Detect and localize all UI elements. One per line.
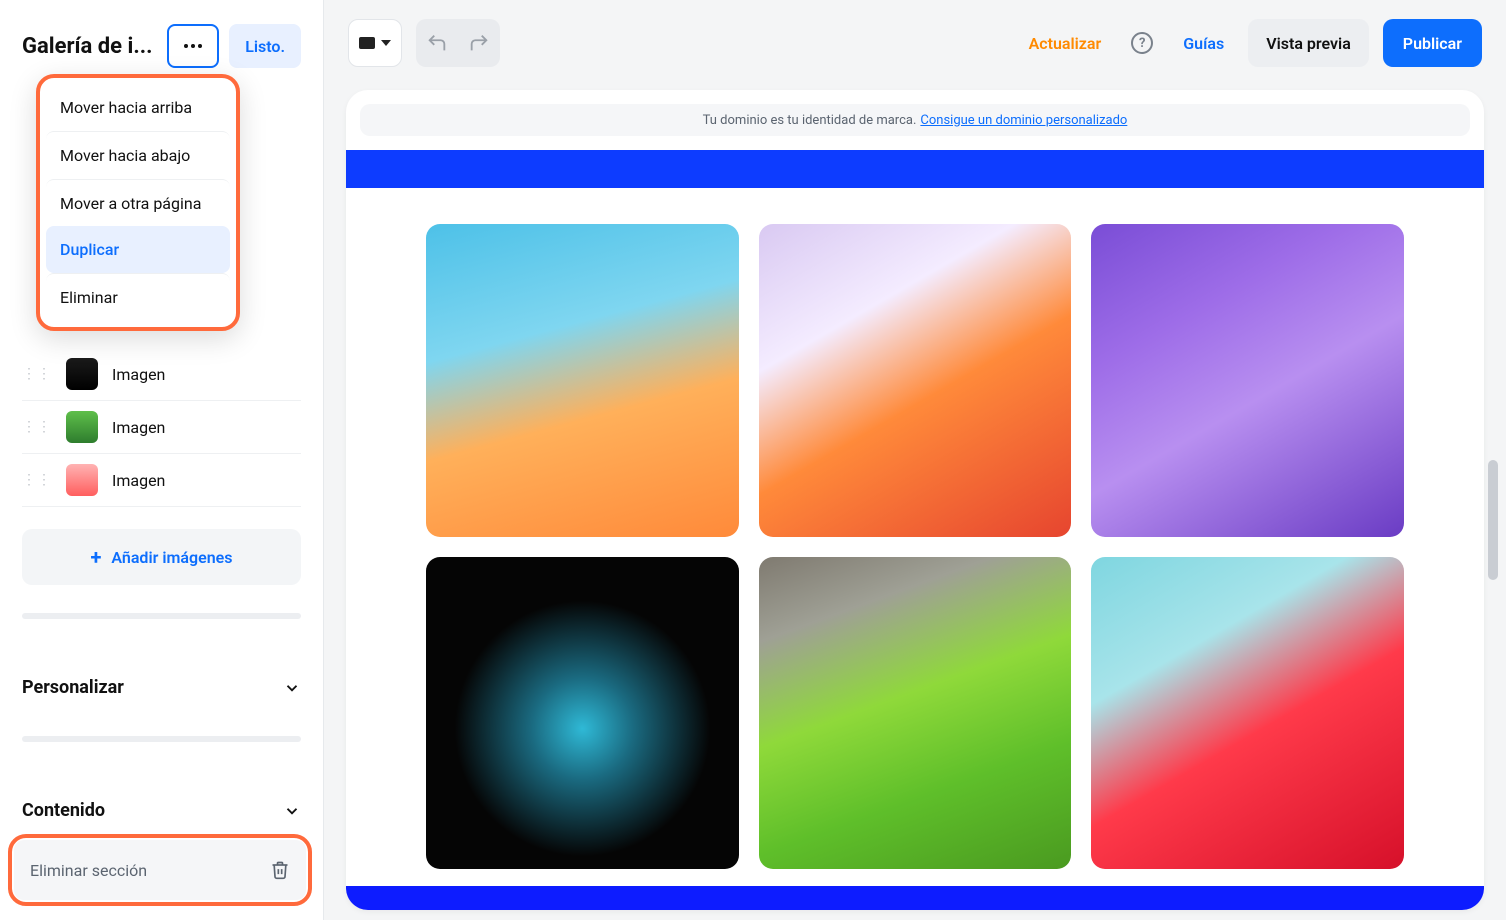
vertical-scrollbar[interactable] (1488, 100, 1498, 880)
add-images-button[interactable]: + Añadir imágenes (22, 529, 301, 585)
delete-section-label: Eliminar sección (30, 861, 147, 880)
list-item[interactable]: ⋮⋮ Imagen (22, 401, 301, 454)
delete-section-highlight: Eliminar sección (8, 834, 312, 906)
menu-move-page[interactable]: Mover a otra página (46, 179, 230, 227)
accordion-personalize[interactable]: Personalizar (22, 659, 301, 716)
site-header-bar (346, 150, 1484, 188)
domain-banner: Tu dominio es tu identidad de marca. Con… (360, 104, 1470, 136)
gallery-tile[interactable] (426, 557, 739, 870)
accordion-content[interactable]: Contenido (22, 782, 301, 839)
banner-link[interactable]: Consigue un dominio personalizado (920, 113, 1127, 128)
ellipsis-icon (184, 44, 202, 48)
image-thumbnail (66, 358, 98, 390)
plus-icon: + (91, 545, 102, 569)
gallery-tile[interactable] (759, 557, 1072, 870)
menu-delete[interactable]: Eliminar (46, 273, 230, 321)
redo-icon (468, 32, 490, 54)
main-area: Actualizar ? Guías Vista previa Publicar… (324, 0, 1506, 920)
more-options-dropdown: Mover hacia arriba Mover hacia abajo Mov… (36, 74, 240, 331)
more-options-button[interactable] (167, 24, 219, 68)
trash-icon (270, 860, 290, 880)
list-item[interactable]: ⋮⋮ Imagen (22, 348, 301, 401)
menu-move-down[interactable]: Mover hacia abajo (46, 131, 230, 179)
mini-scrollbar[interactable] (22, 613, 301, 619)
help-icon[interactable]: ? (1131, 32, 1153, 54)
gallery-tile[interactable] (426, 224, 739, 537)
image-thumbnail (66, 464, 98, 496)
image-label: Imagen (112, 418, 165, 437)
guias-link[interactable]: Guías (1173, 34, 1234, 53)
actualizar-link[interactable]: Actualizar (1019, 34, 1112, 53)
scrollbar-thumb[interactable] (1488, 460, 1498, 580)
accordion-label: Personalizar (22, 677, 124, 698)
sidebar: Galería de i... Listo. Mover hacia arrib… (0, 0, 324, 920)
drag-handle-icon[interactable]: ⋮⋮ (22, 472, 52, 488)
gallery-tile[interactable] (1091, 224, 1404, 537)
image-label: Imagen (112, 471, 165, 490)
topbar: Actualizar ? Guías Vista previa Publicar (324, 0, 1506, 86)
done-button[interactable]: Listo. (229, 24, 301, 68)
image-label: Imagen (112, 365, 165, 384)
image-gallery (346, 188, 1484, 905)
publish-button[interactable]: Publicar (1383, 19, 1482, 67)
list-item[interactable]: ⋮⋮ Imagen (22, 454, 301, 507)
menu-duplicate[interactable]: Duplicar (46, 226, 230, 273)
gallery-tile[interactable] (1091, 557, 1404, 870)
undo-button[interactable] (416, 19, 458, 67)
device-selector[interactable] (348, 19, 402, 67)
drag-handle-icon[interactable]: ⋮⋮ (22, 366, 52, 382)
image-thumbnail (66, 411, 98, 443)
gallery-tile[interactable] (759, 224, 1072, 537)
drag-handle-icon[interactable]: ⋮⋮ (22, 419, 52, 435)
section-title: Galería de i... (22, 34, 157, 59)
banner-text: Tu dominio es tu identidad de marca. (703, 113, 917, 128)
preview-canvas: Tu dominio es tu identidad de marca. Con… (346, 90, 1484, 910)
accordion-label: Contenido (22, 800, 105, 821)
sidebar-body: ⋮⋮ Imagen ⋮⋮ Imagen ⋮⋮ Imagen + Añadir i… (0, 348, 323, 839)
desktop-icon (359, 37, 375, 49)
caret-down-icon (381, 40, 391, 46)
chevron-down-icon (283, 802, 301, 820)
site-footer-bar (346, 886, 1484, 910)
redo-button[interactable] (458, 19, 500, 67)
add-images-label: Añadir imágenes (111, 548, 232, 567)
mini-scrollbar[interactable] (22, 736, 301, 742)
menu-move-up[interactable]: Mover hacia arriba (46, 84, 230, 131)
preview-button[interactable]: Vista previa (1248, 19, 1369, 67)
delete-section-button[interactable]: Eliminar sección (14, 840, 306, 900)
undo-icon (426, 32, 448, 54)
chevron-down-icon (283, 679, 301, 697)
undo-redo-group (416, 19, 500, 67)
